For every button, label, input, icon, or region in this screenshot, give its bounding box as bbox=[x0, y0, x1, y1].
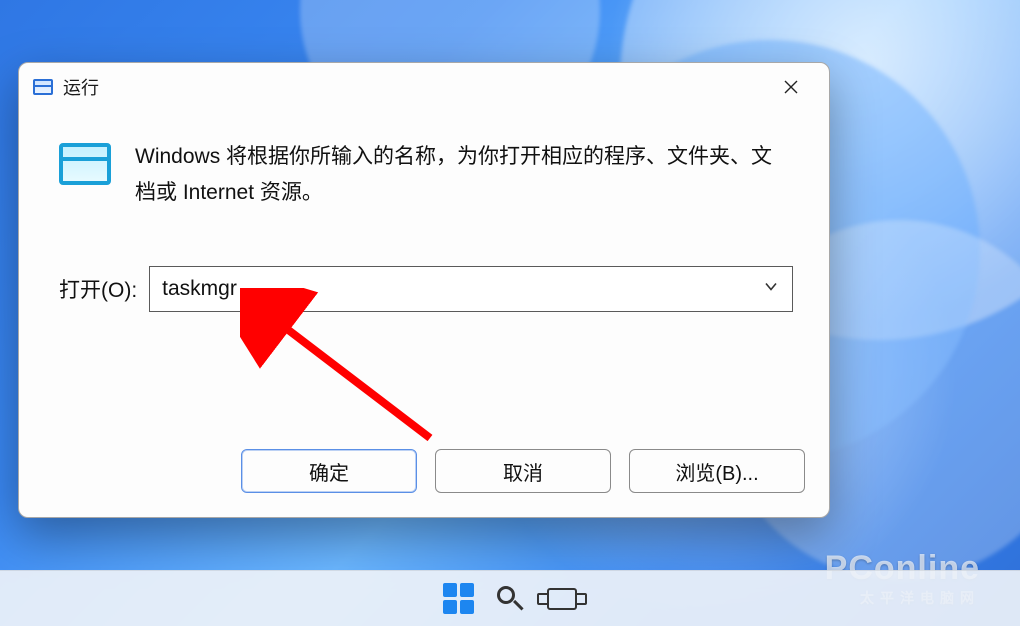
desktop-background: 运行 Windows 将根据你所输入的名称，为你打开相应的程序、文件夹、文档或 … bbox=[0, 0, 1020, 626]
dialog-description: Windows 将根据你所输入的名称，为你打开相应的程序、文件夹、文档或 Int… bbox=[135, 139, 793, 210]
ok-button[interactable]: 确定 bbox=[241, 449, 417, 493]
run-dialog: 运行 Windows 将根据你所输入的名称，为你打开相应的程序、文件夹、文档或 … bbox=[18, 62, 830, 518]
close-button[interactable] bbox=[761, 67, 821, 107]
open-label: 打开(O): bbox=[59, 274, 137, 304]
dialog-buttons: 确定 取消 浏览(B)... bbox=[19, 449, 829, 517]
dialog-title: 运行 bbox=[63, 74, 99, 100]
task-view-button[interactable] bbox=[545, 582, 579, 616]
run-large-icon bbox=[59, 143, 111, 185]
search-button[interactable] bbox=[493, 582, 527, 616]
search-icon bbox=[497, 586, 523, 612]
run-icon bbox=[33, 79, 53, 95]
task-view-icon bbox=[547, 588, 577, 610]
chevron-down-icon[interactable] bbox=[764, 280, 778, 299]
cancel-button[interactable]: 取消 bbox=[435, 449, 611, 493]
close-icon bbox=[783, 79, 799, 95]
windows-logo-icon bbox=[443, 583, 474, 614]
taskbar bbox=[0, 570, 1020, 626]
dialog-body: Windows 将根据你所输入的名称，为你打开相应的程序、文件夹、文档或 Int… bbox=[19, 111, 829, 449]
start-button[interactable] bbox=[441, 582, 475, 616]
browse-button[interactable]: 浏览(B)... bbox=[629, 449, 805, 493]
open-value: taskmgr bbox=[162, 277, 237, 301]
titlebar[interactable]: 运行 bbox=[19, 63, 829, 111]
open-combobox[interactable]: taskmgr bbox=[149, 266, 793, 312]
